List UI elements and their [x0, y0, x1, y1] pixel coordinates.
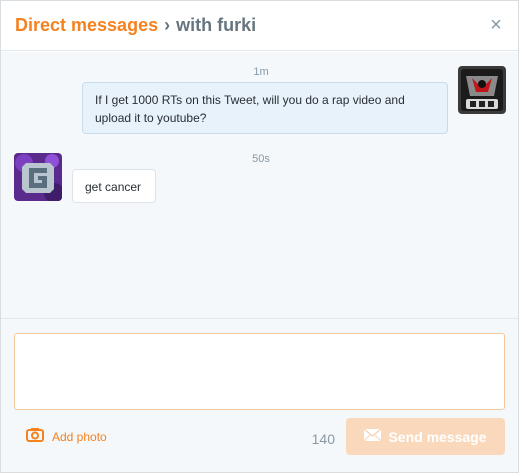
message-thread[interactable]: 1m If I get 1000 RTs on this Tweet, will…: [1, 52, 518, 318]
dialog-title[interactable]: Direct messages: [15, 15, 158, 36]
add-photo-label: Add photo: [52, 430, 107, 444]
message-input[interactable]: [14, 333, 505, 410]
camera-icon: [26, 427, 44, 447]
avatar-red-black-logo-icon[interactable]: [458, 66, 506, 114]
message-composer: Add photo 140 Send message: [1, 318, 518, 472]
dialog-header: Direct messages › with furki ×: [1, 1, 518, 51]
conversation-title: with furki: [176, 15, 257, 35]
message-timestamp: 1m: [253, 66, 269, 78]
received-message-bubble: get cancer: [72, 169, 156, 203]
sent-message-bubble: If I get 1000 RTs on this Tweet, will yo…: [82, 82, 448, 134]
envelope-icon: [363, 428, 382, 445]
close-button[interactable]: ×: [486, 15, 506, 35]
character-counter: 140: [311, 431, 335, 447]
send-message-label: Send message: [388, 428, 487, 445]
send-message-button[interactable]: Send message: [346, 418, 505, 455]
dm-dialog: Direct messages › with furki × 1m If I g…: [0, 0, 519, 473]
add-photo-button[interactable]: Add photo: [26, 427, 107, 447]
title-separator: ›: [164, 15, 171, 35]
message-timestamp: 50s: [252, 153, 270, 165]
avatar-purple-g-logo-icon[interactable]: [14, 153, 62, 201]
